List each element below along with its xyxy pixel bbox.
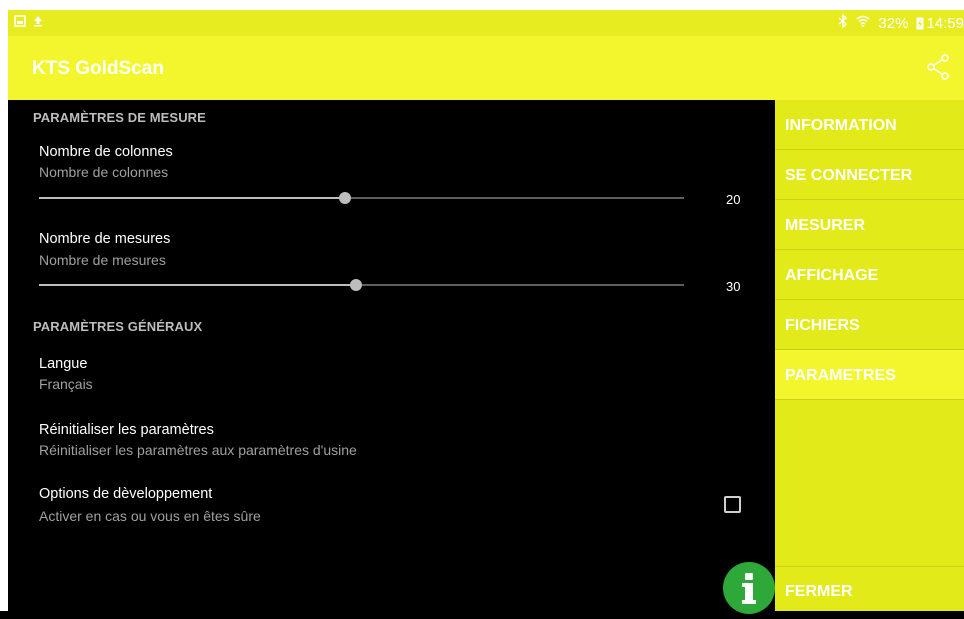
settings-panel: PARAMÈTRES DE MESURE Nombre de colonnes … xyxy=(8,100,775,614)
menu-close-button[interactable]: FERMER xyxy=(775,566,964,611)
menu-item-affichage[interactable]: AFFICHAGE xyxy=(775,250,964,300)
measures-slider[interactable] xyxy=(39,279,684,291)
columns-slider-fill xyxy=(39,197,345,199)
reset-summary: Réinitialiser les paramètres aux paramèt… xyxy=(39,442,357,458)
measures-title: Nombre de mesures xyxy=(39,231,171,247)
measures-summary: Nombre de mesures xyxy=(39,252,166,268)
gallery-icon xyxy=(14,14,26,31)
status-bar: 32% 14:59 xyxy=(8,10,964,36)
dev-options-title: Options de dèveloppement xyxy=(39,486,213,502)
share-button[interactable] xyxy=(926,54,950,80)
share-icon xyxy=(926,54,950,84)
battery-percent: 32% xyxy=(878,14,909,32)
app-title: KTS GoldScan xyxy=(32,58,164,79)
info-icon xyxy=(723,573,775,618)
columns-title: Nombre de colonnes xyxy=(39,144,173,160)
screen-frame-left xyxy=(0,0,8,611)
measures-slider-fill xyxy=(39,284,356,286)
columns-value: 20 xyxy=(726,192,741,207)
language-title: Langue xyxy=(39,356,88,372)
upload-icon xyxy=(32,14,44,31)
reset-title: Réinitialiser les paramètres xyxy=(39,422,214,438)
dev-options-summary: Activer en cas ou vous en êtes sûre xyxy=(39,508,261,524)
dev-options-checkbox[interactable] xyxy=(724,496,741,513)
info-fab-button[interactable] xyxy=(723,562,775,614)
wifi-icon xyxy=(856,14,870,32)
columns-summary: Nombre de colonnes xyxy=(39,164,169,180)
columns-slider-thumb[interactable] xyxy=(338,192,351,204)
app-bar: KTS GoldScan xyxy=(8,36,964,100)
menu-item-information[interactable]: INFORMATION xyxy=(775,100,964,150)
screen-frame-top xyxy=(0,0,964,10)
battery-charging-icon xyxy=(916,16,924,30)
menu-item-parametres[interactable]: PARAMETRES xyxy=(775,350,964,400)
section-header-general: PARAMÈTRES GÉNÉRAUX xyxy=(33,319,203,334)
menu-item-se-connecter[interactable]: SE CONNECTER xyxy=(775,150,964,200)
menu-item-fichiers[interactable]: FICHIERS xyxy=(775,300,964,350)
measures-slider-thumb[interactable] xyxy=(349,279,362,291)
clock: 14:59 xyxy=(926,14,964,32)
section-header-measure: PARAMÈTRES DE MESURE xyxy=(33,110,206,125)
language-summary: Français xyxy=(39,376,93,392)
measures-value: 30 xyxy=(726,279,741,294)
bluetooth-icon xyxy=(838,13,848,32)
nav-menu: INFORMATION SE CONNECTER MESURER AFFICHA… xyxy=(775,100,964,611)
menu-item-mesurer[interactable]: MESURER xyxy=(775,200,964,250)
columns-slider[interactable] xyxy=(39,192,684,204)
